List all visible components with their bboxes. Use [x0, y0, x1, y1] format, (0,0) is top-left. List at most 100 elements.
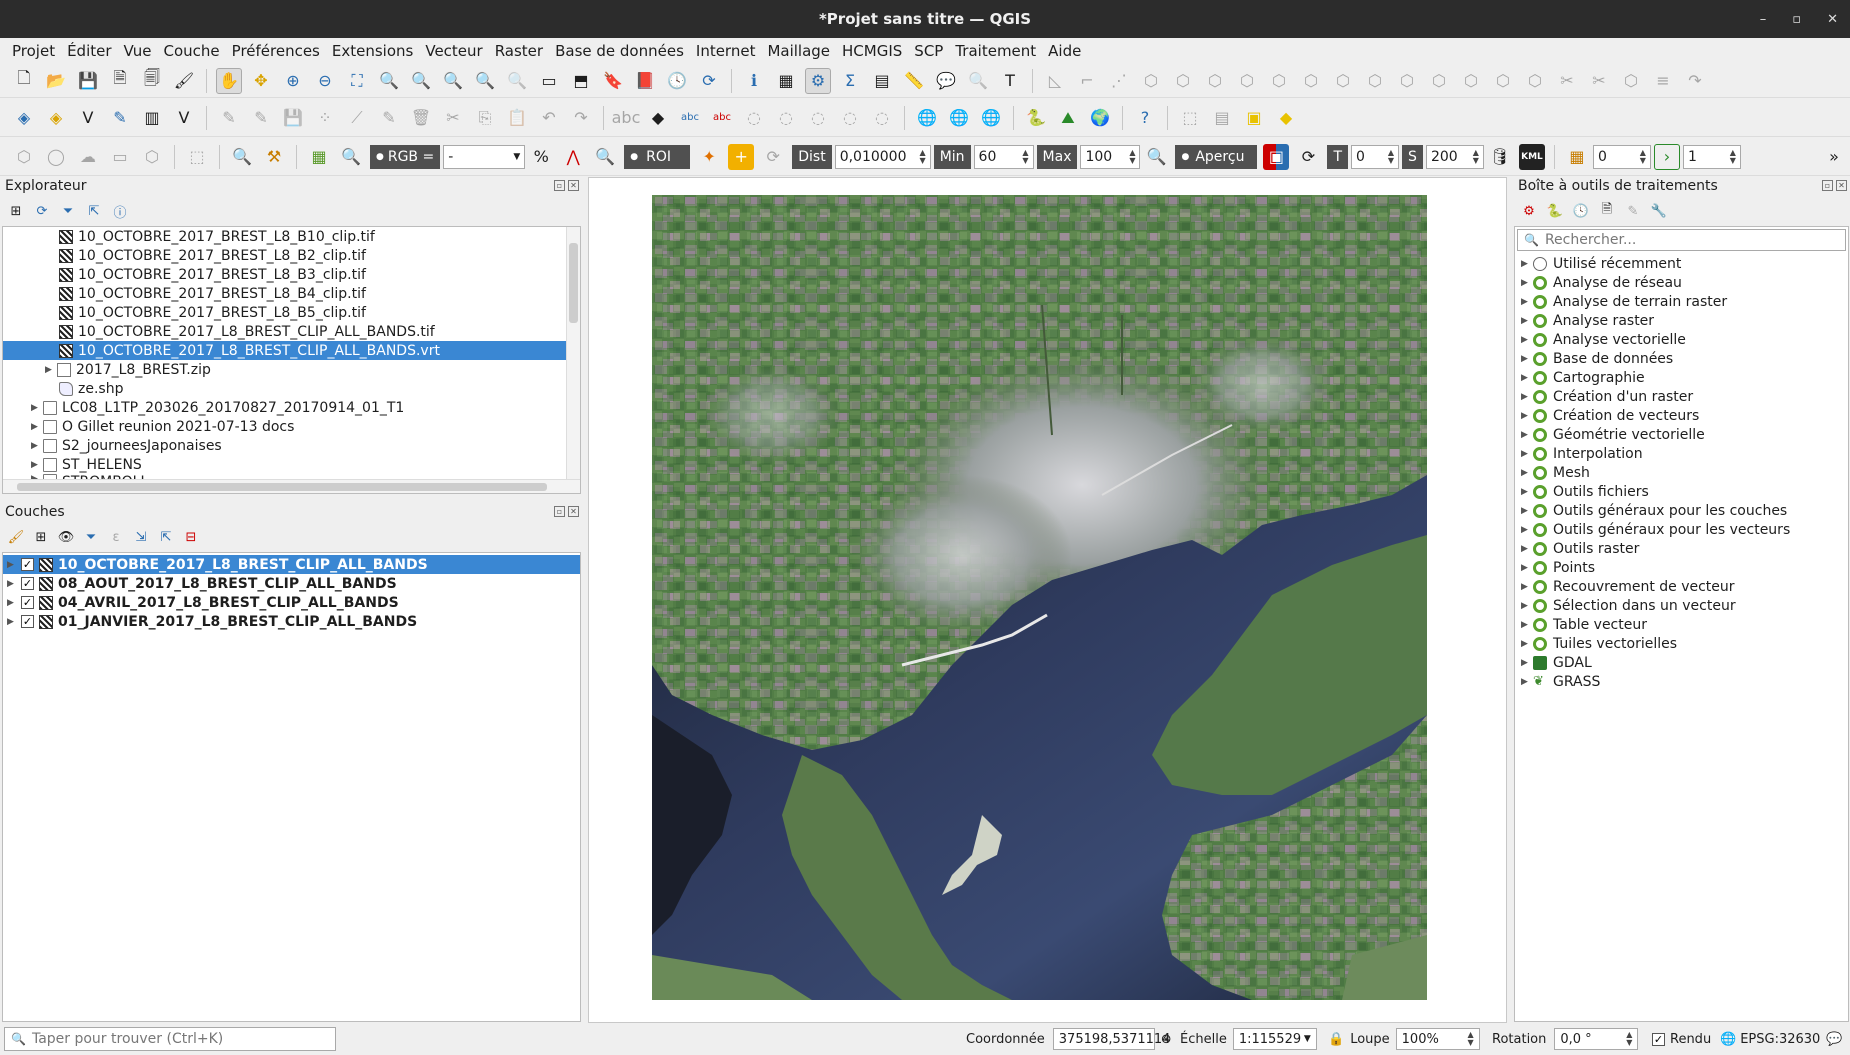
digitize-icon-9[interactable]: ⬡	[1298, 68, 1324, 94]
delete-selected-icon[interactable]: 🗑	[408, 105, 434, 131]
tree-item[interactable]: 10_OCTOBRE_2017_BREST_L8_B10_clip.tif	[59, 227, 375, 246]
expand-arrow-icon[interactable]: ▶	[1521, 487, 1533, 497]
expand-arrow-icon[interactable]: ▶	[1521, 411, 1533, 421]
help-icon[interactable]: ?	[1132, 105, 1158, 131]
expand-arrow-icon[interactable]: ▶	[7, 617, 19, 627]
digitize-icon-11[interactable]: ⬡	[1362, 68, 1388, 94]
filter-expression-icon[interactable]: ε	[106, 527, 126, 547]
zoom-out-icon[interactable]: ⊖	[312, 68, 338, 94]
add-wms-layer-icon[interactable]: V	[171, 105, 197, 131]
close-panel-icon[interactable]: ✕	[568, 180, 579, 191]
label-icon-6[interactable]: ◌	[773, 105, 799, 131]
toolbar-overflow-icon[interactable]: »	[1821, 144, 1847, 170]
toolbox-group[interactable]: ▶ Outils fichiers	[1521, 482, 1649, 501]
menu-maillage[interactable]: Maillage	[761, 41, 836, 61]
expand-arrow-icon[interactable]: ▶	[31, 441, 43, 451]
menu-base-de-donnees[interactable]: Base de données	[549, 41, 690, 61]
toolbox-group[interactable]: ▶ Points	[1521, 558, 1595, 577]
expand-arrow-icon[interactable]: ▶	[7, 579, 19, 589]
menu-traitement[interactable]: Traitement	[949, 41, 1042, 61]
current-edits-icon[interactable]: ✎	[216, 105, 242, 131]
pan-to-selection-icon[interactable]: ✥	[248, 68, 274, 94]
options-icon[interactable]: 🔧	[1649, 201, 1669, 221]
save-project-icon[interactable]: 💾	[75, 68, 101, 94]
scp-tools-icon[interactable]: ⚒	[261, 144, 287, 170]
tree-item-selected[interactable]: 10_OCTOBRE_2017_L8_BREST_CLIP_ALL_BANDS.…	[3, 341, 566, 360]
statistical-summary-icon[interactable]: Σ	[837, 68, 863, 94]
layer-item[interactable]: ▶ ✓ 08_AOUT_2017_L8_BREST_CLIP_ALL_BANDS	[3, 574, 580, 593]
save-edits-icon[interactable]: 💾	[280, 105, 306, 131]
scp-dock-icon[interactable]: ▦	[306, 144, 332, 170]
digitize-icon-14[interactable]: ⬡	[1458, 68, 1484, 94]
vertex-tool-icon[interactable]: ⟋	[344, 105, 370, 131]
float-panel-icon[interactable]: ▫	[1822, 180, 1833, 191]
annotation-icon[interactable]: 🔍	[965, 68, 991, 94]
map-canvas[interactable]	[588, 177, 1507, 1023]
digitize-icon-18[interactable]: ✂	[1586, 68, 1612, 94]
float-panel-icon[interactable]: ▫	[554, 506, 565, 517]
add-vector-layer-icon[interactable]: ◈	[11, 105, 37, 131]
new-temp-layer-icon[interactable]: ▥	[139, 105, 165, 131]
magnifier-spinbox[interactable]: 100% ▲ ▼	[1395, 1028, 1480, 1050]
layout-manager-icon[interactable]: 🗐	[139, 68, 165, 94]
toolbox-group[interactable]: ▶ GDAL	[1521, 653, 1592, 672]
toolbox-group[interactable]: ▶ Sélection dans un vecteur	[1521, 596, 1736, 615]
expand-arrow-icon[interactable]: ▶	[1521, 601, 1533, 611]
select-shape-icon[interactable]: ⬚	[184, 144, 210, 170]
expand-arrow-icon[interactable]: ▶	[1521, 544, 1533, 554]
expand-arrow-icon[interactable]: ▶	[1521, 449, 1533, 459]
maximize-button[interactable]: ▫	[1792, 12, 1801, 27]
models-icon[interactable]: ⚙	[1519, 201, 1539, 221]
new-map-view-icon[interactable]: ▭	[536, 68, 562, 94]
shape-digitize-icon-2[interactable]: ◯	[43, 144, 69, 170]
remove-layer-icon[interactable]: ⊟	[181, 527, 201, 547]
layer-item[interactable]: ▶ ✓ 01_JANVIER_2017_L8_BREST_CLIP_ALL_BA…	[3, 612, 580, 631]
expand-arrow-icon[interactable]: ▶	[1521, 468, 1533, 478]
float-panel-icon[interactable]: ▫	[554, 180, 565, 191]
add-feature-icon[interactable]: ⁘	[312, 105, 338, 131]
max-input[interactable]: 100 ▲ ▼	[1080, 144, 1141, 169]
globe-icon-3[interactable]: 🌐	[978, 105, 1004, 131]
expand-arrow-icon[interactable]: ▶	[31, 460, 43, 470]
expand-arrow-icon[interactable]: ▶	[45, 365, 57, 375]
new-print-layout-icon[interactable]: 🗎	[107, 68, 133, 94]
expand-arrow-icon[interactable]: ▶	[1521, 259, 1533, 269]
menu-scp[interactable]: SCP	[908, 41, 949, 61]
label-icon-3[interactable]: abc	[677, 105, 703, 131]
map-tips-icon[interactable]: 💬	[933, 68, 959, 94]
zoom-next-icon[interactable]: 🔍	[504, 68, 530, 94]
shape-digitize-icon-1[interactable]: ⬡	[11, 144, 37, 170]
text-annotation-icon[interactable]: T	[997, 68, 1023, 94]
messages-widget[interactable]: 💬	[1826, 1028, 1842, 1050]
tree-item[interactable]: ▶ S2_journeesJaponaises	[31, 436, 222, 455]
label-icon-9[interactable]: ◌	[869, 105, 895, 131]
digitize-icon-7[interactable]: ⬡	[1234, 68, 1260, 94]
toolbox-group[interactable]: ▶ Analyse vectorielle	[1521, 330, 1686, 349]
toolbox-group[interactable]: ▶ Outils raster	[1521, 539, 1639, 558]
digitize-icon-15[interactable]: ⬡	[1490, 68, 1516, 94]
layer-item[interactable]: ▶ ✓ 04_AVRIL_2017_L8_BREST_CLIP_ALL_BAND…	[3, 593, 580, 612]
database-icon[interactable]: 🛢	[1487, 144, 1513, 170]
next-band-icon[interactable]: ›	[1653, 143, 1680, 170]
menu-couche[interactable]: Couche	[158, 41, 226, 61]
layer-visibility-checkbox[interactable]: ✓	[21, 558, 34, 571]
select-location-icon[interactable]: ◆	[1273, 105, 1299, 131]
expand-arrow-icon[interactable]: ▶	[1521, 373, 1533, 383]
roi-add-icon[interactable]: +	[728, 143, 755, 170]
label-icon-7[interactable]: ◌	[805, 105, 831, 131]
expand-arrow-icon[interactable]: ▶	[1521, 525, 1533, 535]
select-by-value-icon[interactable]: ▤	[1209, 105, 1235, 131]
tree-item[interactable]: 10_OCTOBRE_2017_BREST_L8_B5_clip.tif	[59, 303, 366, 322]
add-delimited-text-icon[interactable]: V	[75, 105, 101, 131]
show-bookmarks-icon[interactable]: 📕	[632, 68, 658, 94]
toolbox-group[interactable]: ▶ Analyse raster	[1521, 311, 1654, 330]
min-input[interactable]: 60 ▲ ▼	[973, 144, 1034, 169]
toolbox-group[interactable]: ▶ Base de données	[1521, 349, 1673, 368]
spinbox-arrows-icon[interactable]: ▲ ▼	[920, 148, 926, 165]
scp-zoom-input-icon[interactable]: 🔍	[338, 144, 364, 170]
menu-preferences[interactable]: Préférences	[226, 41, 326, 61]
coordinate-field[interactable]: 375198,5371114	[1052, 1028, 1170, 1050]
menu-hcmgis[interactable]: HCMGIS	[836, 41, 908, 61]
undo-icon[interactable]: ↶	[536, 105, 562, 131]
expand-arrow-icon[interactable]: ▶	[1521, 335, 1533, 345]
